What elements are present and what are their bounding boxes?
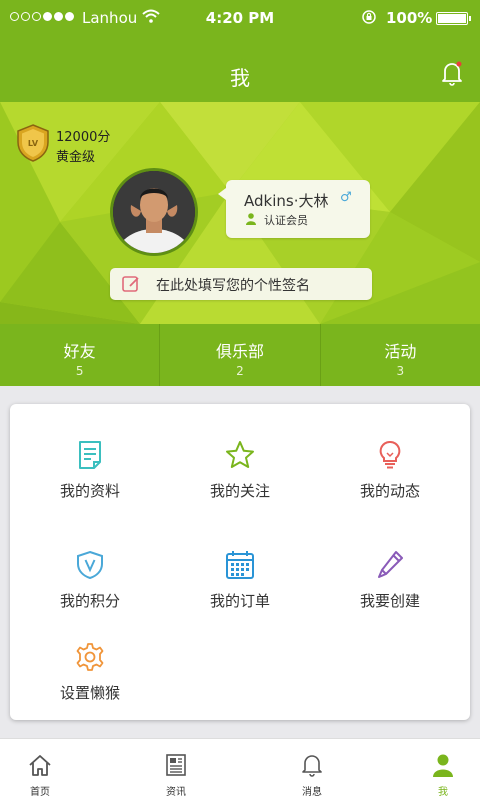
tab-home[interactable]: 首页	[0, 739, 80, 800]
menu-item-label: 我的关注	[209, 482, 270, 500]
svg-text:LV: LV	[28, 139, 39, 148]
menu-item-label: 设置懒猴	[59, 684, 120, 702]
news-icon	[166, 754, 186, 776]
rotation-lock-icon	[362, 10, 376, 24]
stat-clubs[interactable]: 俱乐部 2	[159, 324, 319, 386]
bell-icon[interactable]	[440, 60, 464, 86]
tab-me[interactable]: 我	[403, 739, 480, 800]
points-value: 12000分	[56, 130, 111, 145]
menu-item-my-points[interactable]: 我的积分	[15, 550, 165, 650]
tab-label: 我	[438, 787, 448, 798]
tab-messages[interactable]: 消息	[272, 739, 352, 800]
stat-activities[interactable]: 活动 3	[319, 324, 480, 386]
menu-item-my-updates[interactable]: 我的动态	[315, 440, 465, 540]
pencil-icon	[378, 551, 403, 578]
lightbulb-icon	[379, 440, 401, 469]
profile-header: LV 12000分 黄金级 Adkins·大林 ♂ 认证会员 在此处填写您的个性…	[0, 102, 480, 324]
document-icon	[79, 441, 101, 469]
battery-percentage: 100%	[386, 9, 433, 27]
stat-label: 俱乐部	[215, 342, 264, 361]
verified-member-label: 认证会员	[264, 214, 308, 227]
person-icon	[246, 213, 256, 225]
membership-level: 黄金级	[56, 150, 96, 165]
gold-level-badge-icon: LV	[17, 124, 49, 162]
bell-icon	[302, 755, 322, 777]
stats-bar: 好友 5 俱乐部 2 活动 3	[0, 324, 480, 386]
menu-item-label: 我的资料	[59, 482, 120, 500]
menu-item-label: 我的积分	[59, 592, 120, 610]
user-name: Adkins·大林	[244, 192, 329, 210]
user-name-card[interactable]: Adkins·大林 ♂ 认证会员	[218, 180, 370, 238]
person-icon	[433, 754, 453, 777]
menu-grid: 我的资料 我的关注 我的动态 我的积分 我的订单 我要创建 设置懒猴	[10, 404, 470, 720]
tab-label: 首页	[30, 787, 50, 798]
menu-item-label: 我的订单	[209, 592, 270, 610]
signature-input[interactable]: 在此处填写您的个性签名	[110, 268, 372, 300]
menu-item-my-orders[interactable]: 我的订单	[165, 550, 315, 650]
male-gender-icon: ♂	[340, 190, 352, 205]
calendar-icon	[226, 551, 254, 579]
nav-bar: 我	[0, 38, 480, 102]
shield-v-icon	[77, 550, 103, 580]
stat-count: 5	[75, 364, 84, 378]
menu-item-my-follows[interactable]: 我的关注	[165, 440, 315, 540]
stat-count: 2	[236, 364, 244, 378]
stat-label: 好友	[63, 342, 96, 361]
home-icon	[29, 755, 51, 776]
stat-label: 活动	[384, 342, 417, 361]
star-icon	[226, 441, 254, 468]
menu-item-label: 我的动态	[359, 482, 420, 500]
tab-label: 消息	[302, 787, 322, 798]
menu-item-create[interactable]: 我要创建	[315, 550, 465, 650]
gear-icon	[76, 643, 104, 671]
status-bar: Lanhou 4:20 PM 100%	[0, 0, 480, 38]
edit-icon	[122, 276, 139, 292]
menu-item-my-profile[interactable]: 我的资料	[15, 440, 165, 540]
tab-news[interactable]: 资讯	[136, 739, 216, 800]
stat-friends[interactable]: 好友 5	[0, 324, 159, 386]
signature-placeholder: 在此处填写您的个性签名	[156, 278, 310, 294]
tab-label: 资讯	[166, 787, 186, 798]
avatar[interactable]	[110, 168, 198, 256]
stat-count: 3	[396, 364, 405, 378]
page-title: 我	[230, 66, 250, 90]
menu-item-settings[interactable]: 设置懒猴	[15, 642, 165, 742]
battery-icon	[436, 12, 471, 25]
bottom-tab-bar: 首页 资讯 消息 我	[0, 738, 480, 800]
menu-item-label: 我要创建	[359, 592, 420, 610]
